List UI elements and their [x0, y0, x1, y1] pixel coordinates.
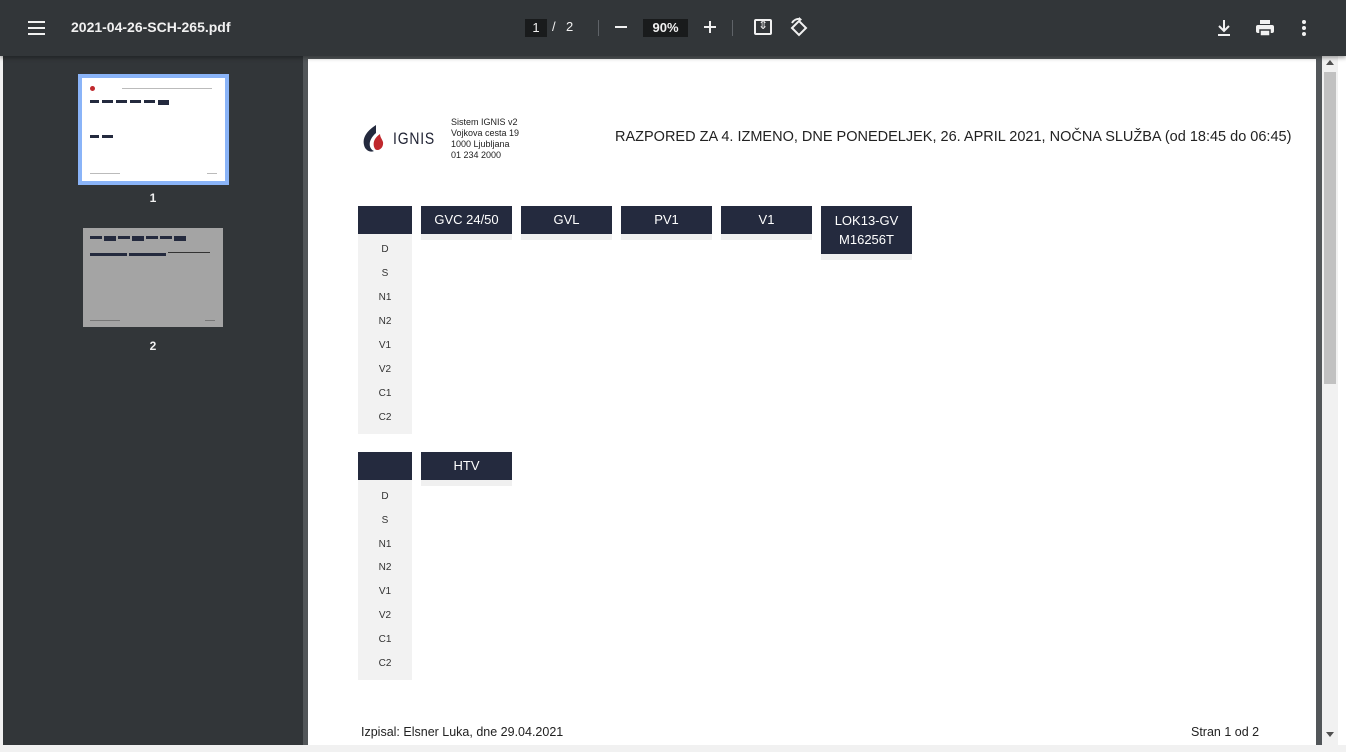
thumbnail-block [90, 100, 99, 103]
column-footer [621, 234, 712, 240]
thumbnail-heading [122, 88, 212, 89]
logo-text: IGNIS [393, 129, 436, 148]
row-header-column: D S N1 N2 V1 V2 C1 C2 [358, 452, 412, 680]
row-label: V1 [378, 586, 392, 597]
ignis-flame-logo [360, 124, 386, 154]
thumbnail-line [168, 252, 210, 253]
row-label: S [381, 268, 389, 279]
menu-icon[interactable] [24, 16, 50, 40]
address-block: Sistem IGNIS v2 Vojkova cesta 19 1000 Lj… [451, 117, 519, 161]
row-header-top [358, 452, 412, 480]
column-footer [821, 254, 912, 260]
zoom-level-input[interactable]: 90% [643, 19, 688, 37]
address-line: Vojkova cesta 19 [451, 128, 520, 138]
column-header: HTV [421, 452, 512, 480]
thumbnail-block [130, 100, 141, 103]
page-total: 2 [566, 19, 574, 34]
address-line: Sistem IGNIS v2 [451, 117, 518, 127]
row-label: S [381, 515, 389, 526]
zoom-out-icon[interactable] [612, 15, 630, 39]
thumbnail-block [104, 236, 116, 241]
page-number-input[interactable]: 1 [525, 19, 547, 37]
print-icon[interactable] [1255, 18, 1275, 38]
address-line: 01 234 2000 [451, 150, 502, 160]
row-label: D [381, 244, 389, 255]
column-footer [721, 234, 812, 240]
row-label: V1 [378, 340, 392, 351]
row-label: N1 [378, 292, 392, 303]
thumbnail-block [129, 253, 166, 256]
row-header-top [358, 206, 412, 234]
more-vert-icon[interactable] [1298, 18, 1310, 38]
column-header: GVL [521, 206, 612, 234]
row-header-column: D S N1 N2 V1 V2 C1 C2 [358, 206, 412, 434]
thumbnail-footer [205, 320, 215, 321]
toolbar-divider [598, 20, 599, 36]
thumbnail-block [90, 236, 102, 239]
row-label: C1 [378, 634, 392, 645]
window-edge [0, 745, 1346, 752]
thumbnail-footer [90, 320, 120, 321]
thumbnail-block [132, 236, 144, 241]
page-thumbnail-1[interactable] [78, 74, 229, 185]
row-label: C2 [378, 658, 392, 669]
column-header: PV1 [621, 206, 712, 234]
thumbnail-footer [207, 173, 217, 174]
zoom-in-icon[interactable] [701, 15, 719, 39]
row-label: C1 [378, 388, 392, 399]
thumbnail-block [174, 236, 186, 241]
window-edge [1338, 0, 1346, 752]
thumbnail-block [160, 236, 172, 239]
page-separator: / [552, 19, 556, 34]
thumbnail-block [116, 100, 127, 103]
pdf-page: IGNIS Sistem IGNIS v2 Vojkova cesta 19 1… [308, 59, 1316, 745]
column-header: LOK13-GVM16256T [821, 206, 912, 254]
row-label: V2 [378, 364, 392, 375]
column-footer [421, 480, 512, 486]
thumbnail-sidebar: 1 2 [3, 56, 303, 745]
thumbnail-block [102, 100, 113, 103]
row-label: N1 [378, 539, 392, 550]
column-header: GVC 24/50 [421, 206, 512, 234]
download-icon[interactable] [1216, 18, 1232, 38]
thumbnail-label-1: 1 [149, 191, 157, 205]
column-header: V1 [721, 206, 812, 234]
row-label: V2 [378, 610, 392, 621]
toolbar-divider [732, 20, 733, 36]
thumbnail-block [90, 253, 127, 256]
row-label: N2 [378, 316, 392, 327]
page-thumbnail-2[interactable] [83, 228, 223, 327]
thumbnail-block [90, 135, 99, 138]
column-footer [521, 234, 612, 240]
fit-to-page-icon[interactable] [754, 18, 772, 35]
schedule-heading: RAZPORED ZA 4. IZMENO, DNE PONEDELJEK, 2… [615, 129, 1292, 145]
scrollbar-thumb[interactable] [1324, 72, 1336, 384]
scroll-down-arrow-icon[interactable] [1326, 732, 1334, 737]
thumbnail-block [102, 135, 113, 138]
document-title: 2021-04-26-SCH-265.pdf [71, 19, 231, 35]
address-line: 1000 Ljubljana [451, 139, 510, 149]
thumbnail-footer [90, 173, 120, 174]
thumbnail-block [144, 100, 155, 103]
page-count-footer: Stran 1 od 2 [1191, 725, 1260, 739]
row-label: C2 [378, 412, 392, 423]
thumbnail-label-2: 2 [149, 339, 157, 353]
row-label: D [381, 491, 389, 502]
vertical-scrollbar[interactable] [1322, 56, 1338, 745]
row-label: N2 [378, 562, 392, 573]
printed-by-footer: Izpisal: Elsner Luka, dne 29.04.2021 [361, 725, 564, 739]
scroll-up-arrow-icon[interactable] [1326, 60, 1334, 65]
thumbnail-block [158, 100, 169, 105]
pdf-toolbar: 2021-04-26-SCH-265.pdf 1 / 2 90% [0, 0, 1346, 56]
rotate-icon[interactable] [788, 17, 810, 39]
document-viewer[interactable]: IGNIS Sistem IGNIS v2 Vojkova cesta 19 1… [303, 56, 1323, 745]
thumbnail-block [118, 236, 130, 239]
thumbnail-block [146, 236, 158, 239]
thumbnail-logo [90, 86, 95, 91]
column-footer [421, 234, 512, 240]
